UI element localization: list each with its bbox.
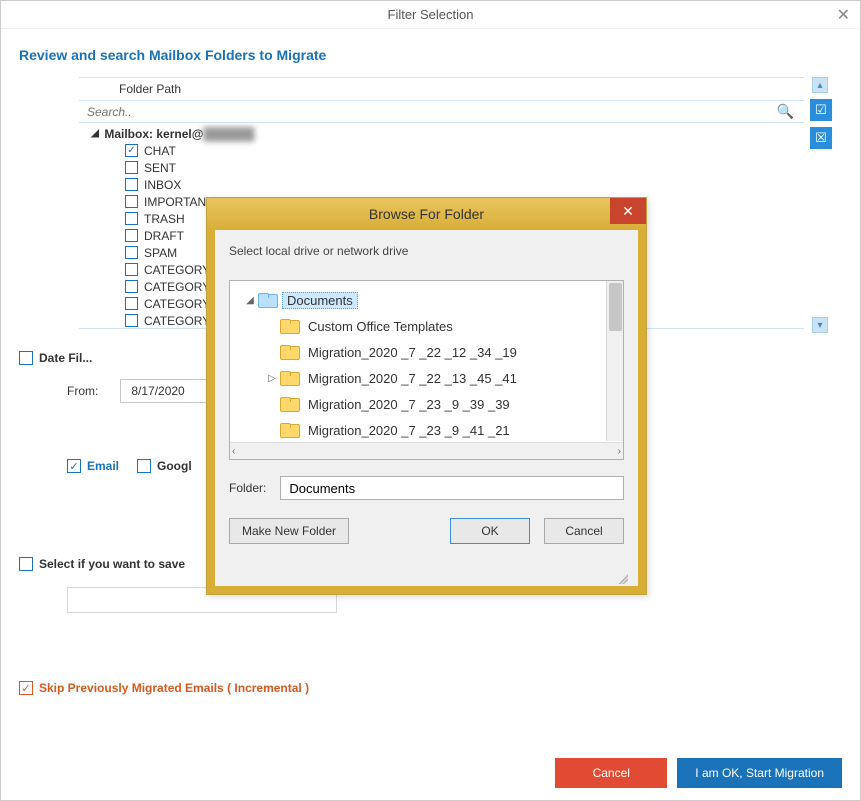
documents-folder-icon: [258, 293, 276, 308]
start-migration-button[interactable]: I am OK, Start Migration: [677, 758, 842, 788]
dialog-cancel-button[interactable]: Cancel: [544, 518, 624, 544]
drive-tree-item[interactable]: Custom Office Templates: [244, 313, 621, 339]
drive-tree-item-label: Migration_2020 _7 _22 _13 _45 _41: [304, 371, 521, 386]
folder-search-row: 🔍: [79, 101, 804, 123]
drive-tree-item-label: Custom Office Templates: [304, 319, 457, 334]
folder-checkbox[interactable]: [125, 178, 138, 191]
cancel-button[interactable]: Cancel: [555, 758, 667, 788]
folder-checkbox[interactable]: [125, 314, 138, 327]
page-title: Review and search Mailbox Folders to Mig…: [19, 47, 842, 63]
make-new-folder-button[interactable]: Make New Folder: [229, 518, 349, 544]
drive-tree-hscroll[interactable]: ‹ ›: [230, 442, 623, 459]
dialog-close-button[interactable]: ✕: [610, 198, 646, 224]
email-label: Email: [87, 459, 119, 473]
folder-row[interactable]: SENT: [105, 159, 804, 176]
folder-checkbox[interactable]: [125, 195, 138, 208]
date-filter-label: Date Fil...: [39, 351, 92, 365]
select-all-button[interactable]: ☑: [810, 99, 832, 121]
window-title: Filter Selection: [388, 7, 474, 22]
email-checkbox[interactable]: ✓: [67, 459, 81, 473]
dialog-title: Browse For Folder: [369, 206, 484, 222]
folder-label: CHAT: [144, 144, 176, 158]
scroll-down-icon[interactable]: ▾: [812, 317, 828, 333]
skip-checkbox[interactable]: ✓: [19, 681, 33, 695]
folder-checkbox[interactable]: [125, 280, 138, 293]
drive-tree-item-label: Migration_2020 _7 _22 _12 _34 _19: [304, 345, 521, 360]
skip-row: ✓ Skip Previously Migrated Emails ( Incr…: [19, 681, 842, 695]
drive-tree-root-label: Documents: [282, 292, 358, 309]
folder-checkbox[interactable]: [125, 161, 138, 174]
folder-field-label: Folder:: [229, 481, 266, 495]
scroll-up-icon[interactable]: ▴: [812, 77, 828, 93]
folder-field-input[interactable]: [280, 476, 624, 500]
folder-checkbox[interactable]: [125, 246, 138, 259]
titlebar: Filter Selection ✕: [1, 1, 860, 29]
drive-tree-item-label: Migration_2020 _7 _23 _9 _41 _21: [304, 423, 514, 438]
collapse-icon[interactable]: ◢: [244, 295, 256, 306]
save-option-label: Select if you want to save: [39, 557, 185, 571]
footer-buttons: Cancel I am OK, Start Migration: [19, 728, 842, 788]
folder-label: SENT: [144, 161, 176, 175]
folder-search-input[interactable]: [83, 103, 771, 121]
mailbox-root-row[interactable]: ◢ Mailbox: kernel@██████: [89, 125, 804, 142]
drive-tree: ◢ Documents Custom Office Templates Migra…: [229, 280, 624, 460]
save-option-checkbox[interactable]: [19, 557, 33, 571]
resize-grip-icon[interactable]: [616, 572, 628, 584]
date-from-label: From:: [67, 384, 98, 398]
folder-label: IMPORTANT: [144, 195, 214, 209]
window-close-icon[interactable]: ✕: [837, 5, 850, 25]
drive-tree-item[interactable]: ▷ Migration_2020 _7 _22 _13 _45 _41: [244, 365, 621, 391]
expand-icon[interactable]: ▷: [266, 373, 278, 384]
folder-checkbox[interactable]: [125, 229, 138, 242]
tree-side-controls: ▴ ☑ ☒ ▾: [810, 77, 834, 149]
drive-tree-inner[interactable]: ◢ Documents Custom Office Templates Migra…: [230, 281, 623, 442]
google-checkbox[interactable]: [137, 459, 151, 473]
google-label: Googl: [157, 459, 192, 473]
folder-icon: [280, 345, 298, 360]
drive-tree-item-label: Migration_2020 _7 _23 _9 _39 _39: [304, 397, 514, 412]
folder-checkbox[interactable]: [125, 212, 138, 225]
date-filter-checkbox[interactable]: [19, 351, 33, 365]
folder-checkbox[interactable]: [125, 263, 138, 276]
dialog-titlebar[interactable]: Browse For Folder ✕: [207, 198, 646, 230]
folder-checkbox[interactable]: [125, 297, 138, 310]
collapse-icon[interactable]: ◢: [89, 128, 101, 139]
drive-tree-item[interactable]: Migration_2020 _7 _23 _9 _41 _21: [244, 417, 621, 442]
folder-checkbox[interactable]: ✓: [125, 144, 138, 157]
drive-tree-root[interactable]: ◢ Documents: [244, 287, 621, 313]
skip-label: Skip Previously Migrated Emails ( Increm…: [39, 681, 309, 695]
dialog-ok-button[interactable]: OK: [450, 518, 530, 544]
folder-field-row: Folder:: [229, 476, 624, 500]
date-from-input[interactable]: 8/17/2020: [120, 379, 210, 403]
folder-tree-header[interactable]: Folder Path: [79, 78, 804, 101]
folder-label: TRASH: [144, 212, 185, 226]
folder-label: INBOX: [144, 178, 181, 192]
drive-tree-vscroll[interactable]: [606, 281, 623, 441]
folder-row[interactable]: ✓ CHAT: [105, 142, 804, 159]
folder-icon: [280, 423, 298, 438]
folder-label: SPAM: [144, 246, 177, 260]
dialog-body: Select local drive or network drive ◢ Do…: [207, 230, 646, 594]
dialog-buttons: Make New Folder OK Cancel: [229, 518, 624, 544]
drive-tree-item[interactable]: Migration_2020 _7 _23 _9 _39 _39: [244, 391, 621, 417]
dialog-hint: Select local drive or network drive: [229, 244, 624, 258]
folder-row[interactable]: INBOX: [105, 176, 804, 193]
hscroll-left-icon[interactable]: ‹: [232, 446, 235, 457]
search-icon[interactable]: 🔍: [771, 103, 800, 120]
browse-folder-dialog: Browse For Folder ✕ Select local drive o…: [206, 197, 647, 595]
folder-icon: [280, 319, 298, 334]
hscroll-right-icon[interactable]: ›: [618, 446, 621, 457]
folder-label: DRAFT: [144, 229, 184, 243]
drive-tree-item[interactable]: Migration_2020 _7 _22 _12 _34 _19: [244, 339, 621, 365]
deselect-all-button[interactable]: ☒: [810, 127, 832, 149]
folder-icon: [280, 397, 298, 412]
folder-icon: [280, 371, 298, 386]
